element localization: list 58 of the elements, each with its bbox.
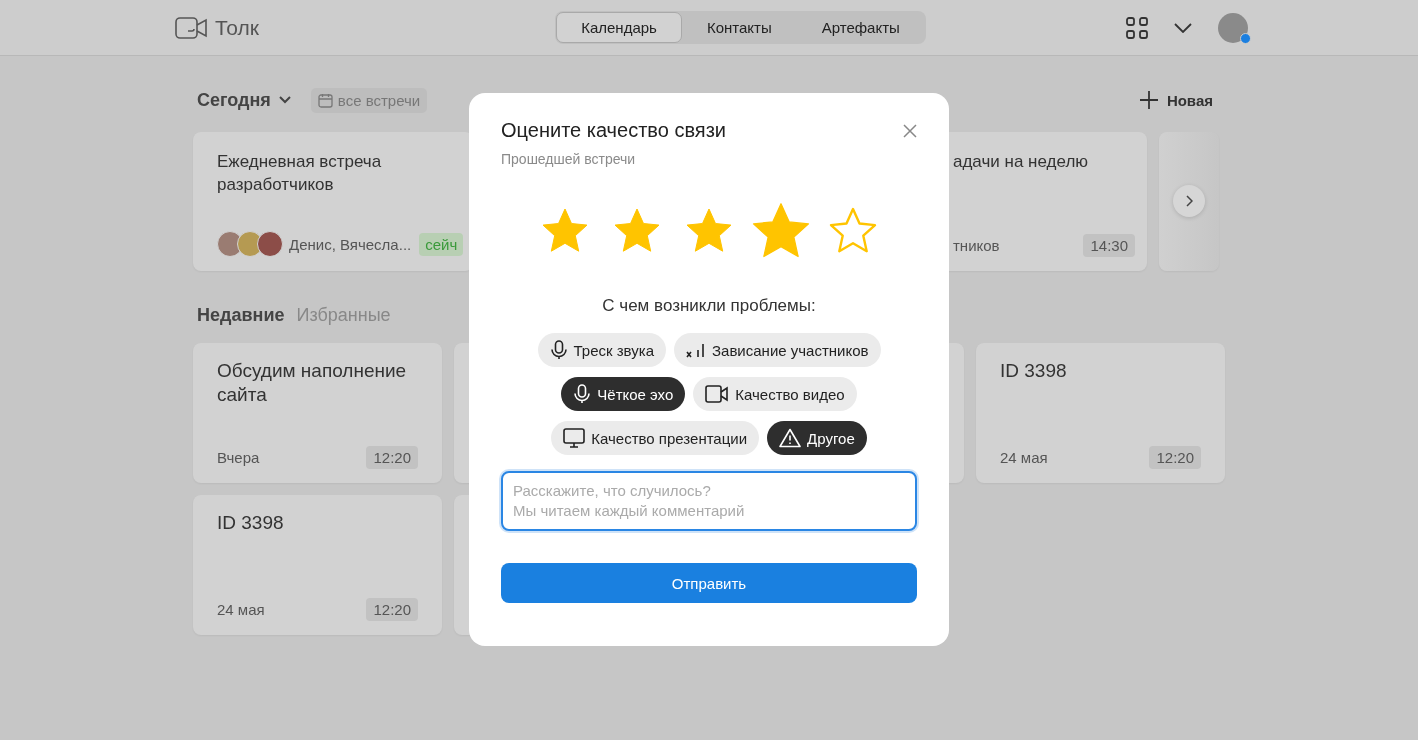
meeting-date: Вчера [217,449,260,466]
filled-star-icon[interactable] [685,207,733,253]
submit-button[interactable]: Отправить [501,563,917,603]
problem-chip[interactable]: Треск звука [537,333,666,367]
nav-tab[interactable]: Календарь [556,12,682,43]
microphone-icon [573,384,592,404]
nav-tab[interactable]: Контакты [681,12,797,43]
filled-star-icon[interactable] [613,207,661,253]
plus-icon [1138,90,1159,110]
problem-chip[interactable]: Зависание участников [674,333,881,367]
participants-text: тников [953,237,1000,254]
meeting-title: Обсудим наполнение сайта [217,359,408,407]
meeting-title: Ежедневная встреча разработчиков [217,151,383,196]
problem-chip[interactable]: Качество видео [693,377,857,411]
meeting-title: адачи на неделю [953,151,1090,173]
close-button[interactable] [901,121,919,140]
app-name: Толк [215,15,259,40]
time-badge: 12:20 [366,598,418,621]
apps-grid-icon[interactable] [1126,16,1148,39]
signal-bars-icon [686,342,706,358]
camera-logo-icon [175,16,209,39]
meeting-card[interactable]: Обсудим наполнение сайта Вчера 12:20 [193,343,442,483]
dialog-subtitle: Прошедшей встречи [501,151,637,167]
time-badge: 14:30 [1083,234,1135,257]
meeting-card[interactable] [1159,132,1219,271]
time-badge: 12:20 [1149,446,1201,469]
meeting-date: 24 мая [1000,449,1048,466]
participant-avatar [257,231,283,257]
status-badge: сейч [419,232,464,256]
list-tab[interactable]: Недавние [197,305,285,326]
section-title[interactable]: Сегодня [197,89,271,111]
user-avatar[interactable] [1218,12,1248,43]
filled-star-icon[interactable] [541,207,589,253]
nav-tab[interactable]: Артефакты [796,12,925,43]
meeting-title: ID 3398 [217,511,285,535]
problem-chip[interactable]: Качество презентации [551,421,760,455]
filled-star-icon[interactable] [751,201,811,259]
question-text: С чем возникли проблемы: [601,296,817,316]
chevron-down-icon[interactable] [278,96,291,104]
comment-field[interactable]: Расскажите, что случилось? Мы читаем каждый комментарий [501,471,917,531]
chevron-down-icon[interactable] [1174,22,1192,33]
video-camera-icon [705,385,730,403]
problem-chip[interactable]: Чёткое эхо [561,377,686,411]
calendar-icon [317,92,333,108]
new-meeting-button[interactable]: Новая [1138,90,1213,110]
warning-icon [779,428,802,448]
empty-star-icon[interactable] [829,207,877,253]
meeting-card[interactable]: ID 3398 24 мая 12:20 [976,343,1225,483]
participants-text: Денис, Вячесла... [289,235,412,253]
monitor-icon [563,428,586,448]
problem-chip[interactable]: Другое [767,421,867,455]
meeting-title: ID 3398 [1000,359,1068,383]
dialog-title: Оцените качество связи [501,119,726,142]
meeting-date: 24 мая [217,601,265,618]
time-badge: 12:20 [366,446,418,469]
microphone-icon [549,340,568,360]
chevron-right-icon [1185,195,1193,207]
meeting-card[interactable]: ID 3398 24 мая 12:20 [193,495,442,635]
